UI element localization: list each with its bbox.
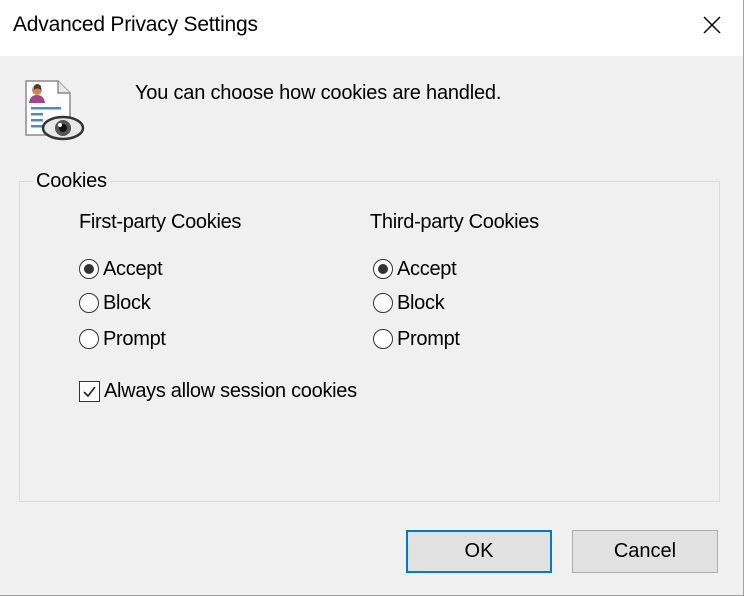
radio-label: Block <box>397 291 445 314</box>
window-title: Advanced Privacy Settings <box>13 13 258 36</box>
checkmark-icon <box>83 386 96 397</box>
radio-indicator <box>373 259 393 279</box>
radio-indicator <box>79 259 99 279</box>
cookies-group-legend: Cookies <box>33 170 110 193</box>
third-party-heading: Third-party Cookies <box>370 211 539 233</box>
radio-selected-dot <box>84 264 94 274</box>
radio-indicator <box>79 329 99 349</box>
privacy-document-eye-icon <box>25 80 85 141</box>
description-text: You can choose how cookies are handled. <box>135 82 502 104</box>
session-cookies-label: Always allow session cookies <box>104 379 357 402</box>
radio-indicator <box>373 293 393 313</box>
third-party-prompt-radio[interactable]: Prompt <box>373 326 460 352</box>
radio-indicator <box>79 293 99 313</box>
first-party-heading: First-party Cookies <box>79 211 242 233</box>
first-party-prompt-radio[interactable]: Prompt <box>79 326 166 352</box>
radio-label: Prompt <box>103 327 166 350</box>
close-button[interactable] <box>684 0 740 50</box>
radio-selected-dot <box>378 264 388 274</box>
radio-label: Prompt <box>397 327 460 350</box>
advanced-privacy-settings-dialog: Advanced Privacy Settings You can choose… <box>0 0 744 596</box>
checkbox-indicator <box>79 380 100 402</box>
close-icon <box>703 16 721 34</box>
radio-label: Accept <box>397 257 457 280</box>
radio-indicator <box>373 329 393 349</box>
ok-button[interactable]: OK <box>406 530 552 573</box>
radio-label: Accept <box>103 257 163 280</box>
session-cookies-checkbox[interactable]: Always allow session cookies <box>79 377 357 405</box>
cancel-button[interactable]: Cancel <box>572 530 718 573</box>
first-party-block-radio[interactable]: Block <box>79 290 151 316</box>
third-party-block-radio[interactable]: Block <box>373 290 445 316</box>
title-bar: Advanced Privacy Settings <box>0 0 743 56</box>
third-party-accept-radio[interactable]: Accept <box>373 256 457 282</box>
radio-label: Block <box>103 291 151 314</box>
first-party-accept-radio[interactable]: Accept <box>79 256 163 282</box>
